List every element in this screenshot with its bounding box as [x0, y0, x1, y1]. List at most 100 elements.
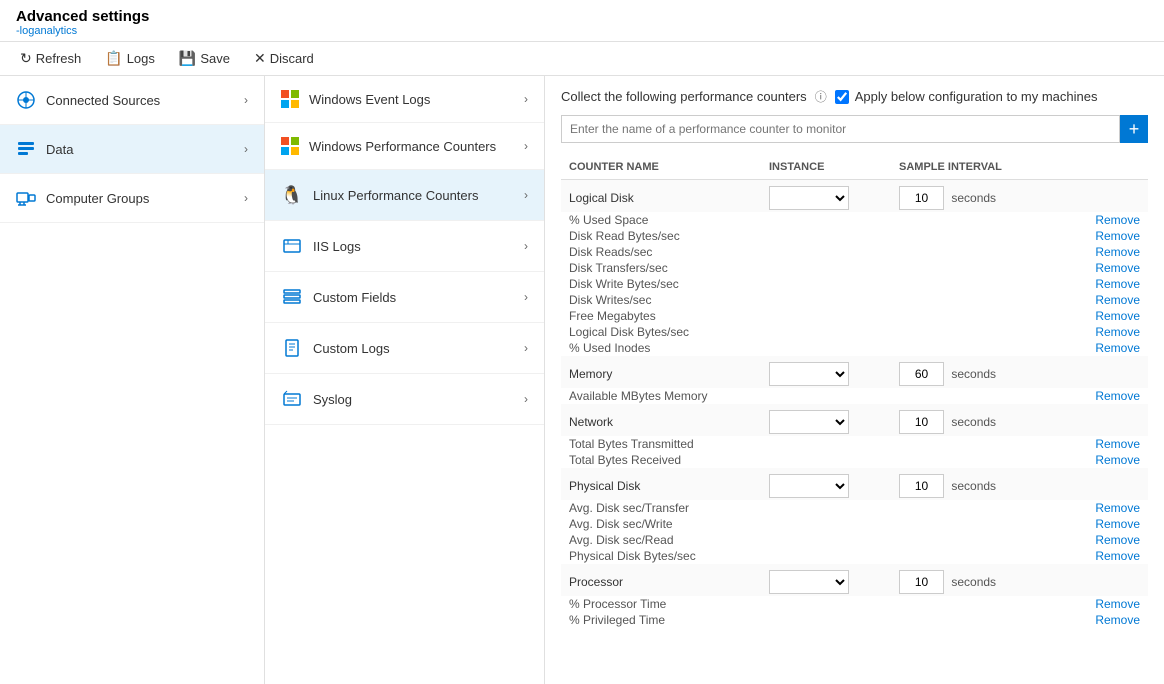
connected-sources-chevron: › — [244, 93, 248, 107]
middle-item-windows-event-logs[interactable]: Windows Event Logs › — [265, 76, 544, 123]
add-counter-button[interactable]: + — [1120, 115, 1148, 143]
remove-link[interactable]: Remove — [1095, 245, 1140, 259]
info-icon[interactable]: ⓘ — [815, 88, 827, 105]
remove-link[interactable]: Remove — [1095, 389, 1140, 403]
th-interval: SAMPLE INTERVAL — [891, 155, 1021, 180]
interval-input[interactable] — [899, 410, 944, 434]
remove-link[interactable]: Remove — [1095, 341, 1140, 355]
remove-link[interactable]: Remove — [1095, 293, 1140, 307]
th-counter: COUNTER NAME — [561, 155, 761, 180]
counter-name-cell: Network — [561, 404, 761, 436]
table-row: Processor seconds — [561, 564, 1148, 596]
counter-action-cell — [1021, 180, 1148, 213]
computer-groups-icon — [16, 188, 36, 208]
table-row: Physical Disk Bytes/sec Remove — [561, 548, 1148, 564]
custom-logs-chevron: › — [524, 341, 528, 355]
sidebar-data-label: Data — [46, 142, 73, 157]
sub-item-cell: Avg. Disk sec/Read — [561, 532, 761, 548]
table-row: Avg. Disk sec/Write Remove — [561, 516, 1148, 532]
apply-checkbox[interactable] — [835, 90, 849, 104]
middle-item-custom-logs[interactable]: Custom Logs › — [265, 323, 544, 374]
sub-item-cell: Disk Writes/sec — [561, 292, 761, 308]
counter-action-cell — [1021, 404, 1148, 436]
sub-item-cell: Total Bytes Transmitted — [561, 436, 761, 452]
sidebar-item-connected-sources[interactable]: Connected Sources › — [0, 76, 264, 125]
refresh-button[interactable]: ↻ Refresh — [16, 48, 85, 69]
instance-select[interactable] — [769, 570, 849, 594]
windows-perf-chevron: › — [524, 139, 528, 153]
middle-item-syslog[interactable]: Syslog › — [265, 374, 544, 425]
remove-link[interactable]: Remove — [1095, 533, 1140, 547]
logs-button[interactable]: 📋 Logs — [101, 48, 159, 69]
middle-item-custom-fields[interactable]: Custom Fields › — [265, 272, 544, 323]
instance-select[interactable] — [769, 410, 849, 434]
table-row: Disk Writes/sec Remove — [561, 292, 1148, 308]
interval-input[interactable] — [899, 474, 944, 498]
sub-item-cell: Disk Write Bytes/sec — [561, 276, 761, 292]
remove-link[interactable]: Remove — [1095, 261, 1140, 275]
instance-select[interactable] — [769, 362, 849, 386]
middle-item-linux-perf[interactable]: 🐧 Linux Performance Counters › — [265, 170, 544, 221]
remove-link[interactable]: Remove — [1095, 229, 1140, 243]
remove-link[interactable]: Remove — [1095, 549, 1140, 563]
remove-link[interactable]: Remove — [1095, 597, 1140, 611]
instance-select[interactable] — [769, 474, 849, 498]
table-row: Free Megabytes Remove — [561, 308, 1148, 324]
counter-action-cell — [1021, 564, 1148, 596]
syslog-label: Syslog — [313, 392, 352, 407]
iis-logs-icon — [281, 235, 303, 257]
logs-icon: 📋 — [105, 50, 122, 67]
counter-instance-cell — [761, 404, 891, 436]
middle-item-windows-perf[interactable]: Windows Performance Counters › — [265, 123, 544, 170]
counter-interval-cell: seconds — [891, 468, 1021, 500]
discard-button[interactable]: ✕ Discard — [250, 48, 318, 69]
page-subtitle: -loganalytics — [16, 25, 1148, 37]
table-row: % Used Space Remove — [561, 212, 1148, 228]
seconds-label: seconds — [951, 415, 996, 429]
instance-select[interactable] — [769, 186, 849, 210]
save-label: Save — [200, 51, 230, 66]
main-layout: Connected Sources › Data › — [0, 76, 1164, 684]
sidebar-item-data[interactable]: Data › — [0, 125, 264, 174]
save-button[interactable]: 💾 Save — [175, 48, 234, 69]
middle-item-iis-logs[interactable]: IIS Logs › — [265, 221, 544, 272]
counter-name-cell: Memory — [561, 356, 761, 388]
windows-event-logs-chevron: › — [524, 92, 528, 106]
remove-link[interactable]: Remove — [1095, 213, 1140, 227]
collect-label: Collect the following performance counte… — [561, 89, 807, 104]
remove-link[interactable]: Remove — [1095, 613, 1140, 627]
table-header: COUNTER NAME INSTANCE SAMPLE INTERVAL — [561, 155, 1148, 180]
seconds-label: seconds — [951, 575, 996, 589]
search-row: + — [561, 115, 1148, 143]
remove-link[interactable]: Remove — [1095, 453, 1140, 467]
sidebar-item-computer-groups[interactable]: Computer Groups › — [0, 174, 264, 223]
remove-link[interactable]: Remove — [1095, 325, 1140, 339]
content-panel: Collect the following performance counte… — [545, 76, 1164, 684]
sidebar-groups-label: Computer Groups — [46, 191, 149, 206]
sub-item-cell: Disk Transfers/sec — [561, 260, 761, 276]
counter-instance-cell — [761, 468, 891, 500]
sub-item-cell: Total Bytes Received — [561, 452, 761, 468]
remove-link[interactable]: Remove — [1095, 277, 1140, 291]
connected-sources-icon — [16, 90, 36, 110]
table-row: Disk Transfers/sec Remove — [561, 260, 1148, 276]
table-row: Avg. Disk sec/Read Remove — [561, 532, 1148, 548]
sidebar: Connected Sources › Data › — [0, 76, 265, 684]
interval-input[interactable] — [899, 570, 944, 594]
remove-link[interactable]: Remove — [1095, 309, 1140, 323]
interval-input[interactable] — [899, 186, 944, 210]
th-action — [1021, 155, 1148, 180]
remove-link[interactable]: Remove — [1095, 437, 1140, 451]
middle-panel: Windows Event Logs › Windows Performance… — [265, 76, 545, 684]
remove-link[interactable]: Remove — [1095, 517, 1140, 531]
table-row: Physical Disk seconds — [561, 468, 1148, 500]
table-row: % Privileged Time Remove — [561, 612, 1148, 628]
seconds-label: seconds — [951, 191, 996, 205]
remove-link[interactable]: Remove — [1095, 501, 1140, 515]
seconds-label: seconds — [951, 367, 996, 381]
table-row: Memory seconds — [561, 356, 1148, 388]
search-input[interactable] — [561, 115, 1120, 143]
interval-input[interactable] — [899, 362, 944, 386]
sub-item-cell: % Privileged Time — [561, 612, 761, 628]
sidebar-connected-label: Connected Sources — [46, 93, 160, 108]
